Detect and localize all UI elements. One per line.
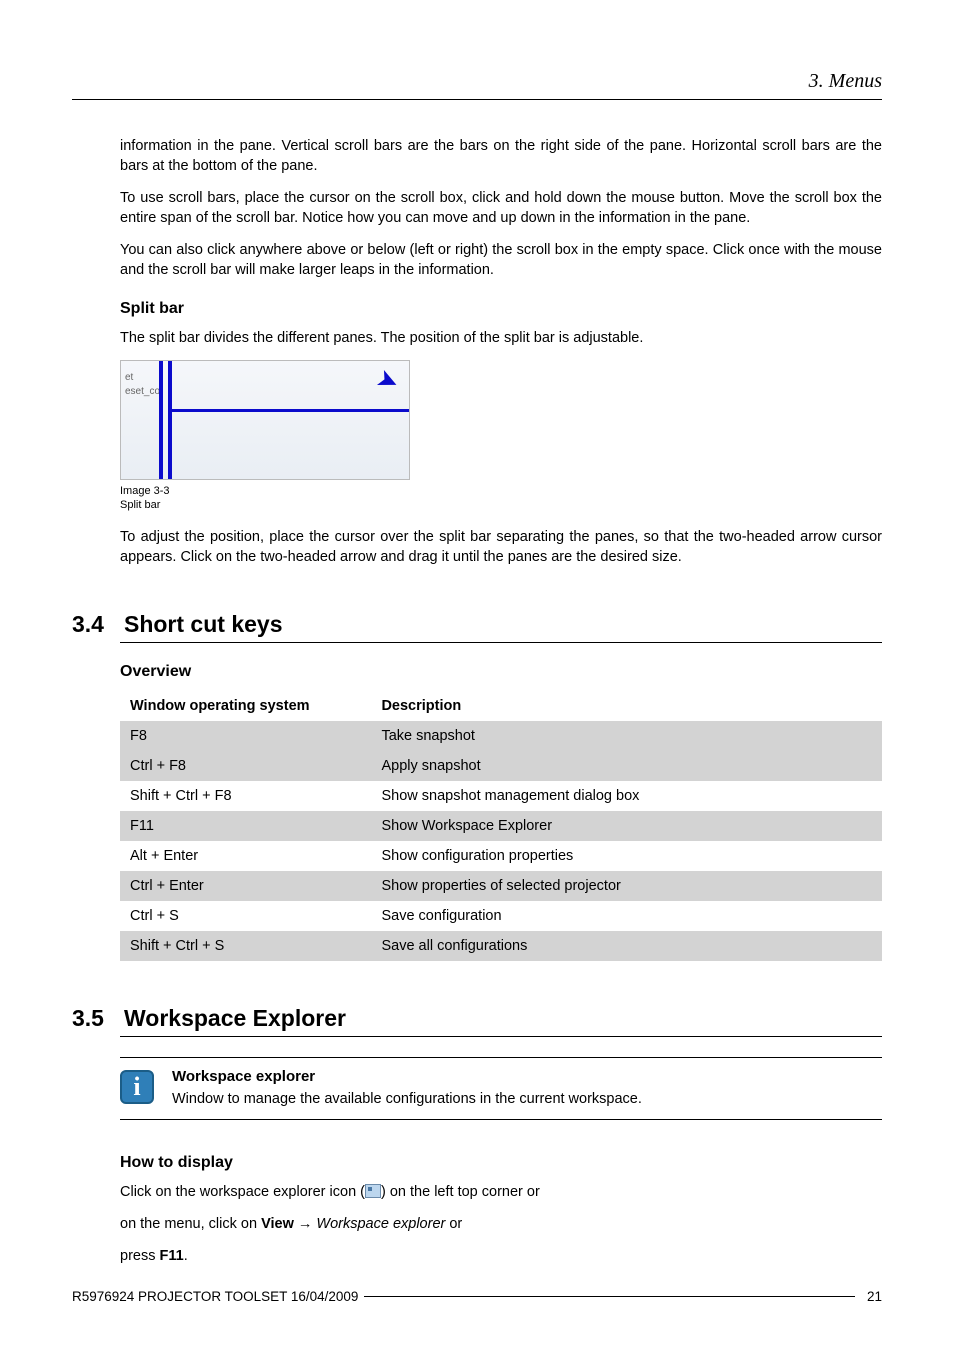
desc-cell: Show configuration properties: [371, 841, 882, 871]
splitbar-para-1: The split bar divides the different pane…: [120, 328, 882, 348]
table-row: Ctrl + S Save configuration: [120, 901, 882, 931]
table-row: F8 Take snapshot: [120, 721, 882, 751]
key-cell: F11: [120, 811, 371, 841]
desc-cell: Show snapshot management dialog box: [371, 781, 882, 811]
howto-view-bold: View: [261, 1216, 294, 1232]
section-3-4: 3.4 Short cut keys: [72, 611, 882, 638]
splitbar-image: et eset_co ➤: [120, 360, 410, 480]
howto-line2-b: or: [445, 1216, 462, 1232]
section-title: Short cut keys: [124, 611, 283, 638]
section-number: 3.4: [72, 611, 104, 638]
section-3-5: 3.5 Workspace Explorer: [72, 1005, 882, 1032]
desc-cell: Save configuration: [371, 901, 882, 931]
image-caption: Image 3-3 Split bar: [120, 484, 882, 513]
chapter-header: 3. Menus: [72, 70, 882, 93]
overview-heading: Overview: [120, 663, 882, 681]
info-title: Workspace explorer: [172, 1068, 882, 1085]
table-row: Shift + Ctrl + F8 Show snapshot manageme…: [120, 781, 882, 811]
key-cell: F8: [120, 721, 371, 751]
howto-line1: Click on the workspace explorer icon ( ) …: [120, 1182, 882, 1202]
split-horizontal-icon: [171, 409, 409, 412]
intro-para-3: You can also click anywhere above or bel…: [120, 240, 882, 280]
key-cell: Ctrl + Enter: [120, 871, 371, 901]
key-cell: Ctrl + F8: [120, 751, 371, 781]
split-vertical2-icon: [168, 361, 172, 479]
caption-line1: Image 3-3: [120, 485, 170, 497]
header-rule: [72, 99, 882, 100]
footer-line: [364, 1296, 855, 1297]
desc-cell: Show properties of selected projector: [371, 871, 882, 901]
shortcut-table: Window operating system Description F8 T…: [120, 691, 882, 961]
section-rule: [120, 1036, 882, 1037]
caption-line2: Split bar: [120, 499, 160, 511]
intro-para-2: To use scroll bars, place the cursor on …: [120, 188, 882, 228]
howto-line2-a: on the menu, click on: [120, 1216, 261, 1232]
howto-line2: on the menu, click on View → Workspace e…: [120, 1214, 882, 1234]
split-vertical-icon: [159, 361, 163, 479]
desc-cell: Save all configurations: [371, 931, 882, 961]
section-rule: [120, 642, 882, 643]
table-row: Alt + Enter Show configuration propertie…: [120, 841, 882, 871]
howto-line3-a: press: [120, 1248, 160, 1264]
table-row: Ctrl + F8 Apply snapshot: [120, 751, 882, 781]
desc-cell: Apply snapshot: [371, 751, 882, 781]
splitbar-para-2: To adjust the position, place the cursor…: [120, 527, 882, 567]
table-header-row: Window operating system Description: [120, 691, 882, 721]
splitbar-image-text: et eset_co: [125, 371, 160, 399]
page-footer: R5976924 PROJECTOR TOOLSET 16/04/2009 21: [72, 1289, 882, 1304]
info-body: Window to manage the available configura…: [172, 1091, 882, 1107]
section-number: 3.5: [72, 1005, 104, 1032]
howto-line3-b: .: [184, 1248, 188, 1264]
cursor-arrow-icon: ➤: [372, 362, 405, 399]
key-cell: Ctrl + S: [120, 901, 371, 931]
key-cell: Shift + Ctrl + S: [120, 931, 371, 961]
info-icon: i: [120, 1070, 154, 1104]
howto-line1-b: ) on the left top corner or: [381, 1184, 540, 1200]
key-cell: Alt + Enter: [120, 841, 371, 871]
workspace-explorer-icon: [365, 1184, 381, 1198]
howto-line3: press F11.: [120, 1246, 882, 1266]
th-window: Window operating system: [120, 691, 371, 721]
desc-cell: Show Workspace Explorer: [371, 811, 882, 841]
howto-arrow: →: [294, 1216, 317, 1232]
section-title: Workspace Explorer: [124, 1005, 346, 1032]
howto-heading: How to display: [120, 1154, 882, 1172]
key-cell: Shift + Ctrl + F8: [120, 781, 371, 811]
page-number: 21: [861, 1289, 882, 1304]
splitbar-heading: Split bar: [120, 300, 882, 318]
table-row: Shift + Ctrl + S Save all configurations: [120, 931, 882, 961]
info-box: i Workspace explorer Window to manage th…: [120, 1057, 882, 1120]
th-description: Description: [371, 691, 882, 721]
howto-line1-a: Click on the workspace explorer icon (: [120, 1184, 365, 1200]
howto-f11-bold: F11: [160, 1248, 184, 1264]
table-row: Ctrl + Enter Show properties of selected…: [120, 871, 882, 901]
desc-cell: Take snapshot: [371, 721, 882, 751]
intro-para-1: information in the pane. Vertical scroll…: [120, 136, 882, 176]
footer-left: R5976924 PROJECTOR TOOLSET 16/04/2009: [72, 1289, 358, 1304]
howto-workspace-italic: Workspace explorer: [316, 1216, 445, 1232]
table-row: F11 Show Workspace Explorer: [120, 811, 882, 841]
